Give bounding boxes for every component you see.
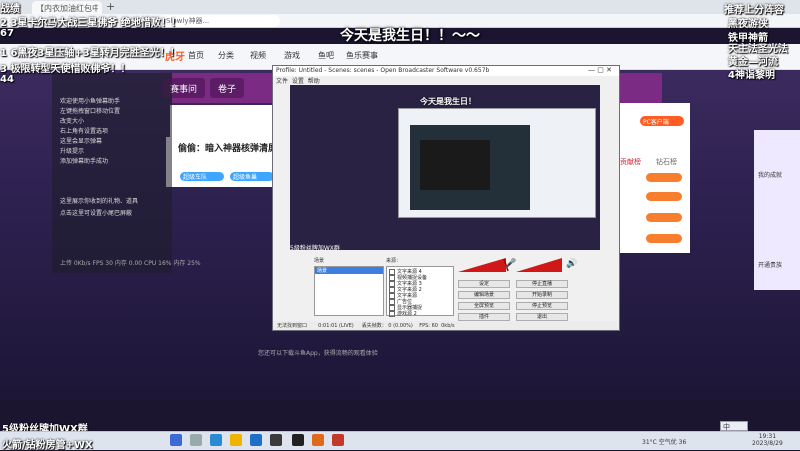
rank-button-3[interactable] bbox=[646, 213, 682, 222]
plugins-button[interactable]: 插件 bbox=[458, 313, 510, 321]
exit-button[interactable]: 退出 bbox=[516, 313, 568, 321]
chat-hint: 您还可以下载斗鱼App，获得流畅的观看体验 bbox=[258, 350, 378, 357]
diamond-rank-tab[interactable]: 钻石榜 bbox=[656, 157, 677, 167]
obs-title-text: Profile: Untitled - Scenes: scenes - Ope… bbox=[276, 67, 490, 74]
obs-menu-file[interactable]: 文件 bbox=[276, 78, 288, 85]
checkbox[interactable] bbox=[389, 310, 395, 317]
settings-button[interactable]: 设定 bbox=[458, 280, 510, 288]
obs-menu-help[interactable]: 帮助 bbox=[308, 78, 320, 85]
obs-menu-settings[interactable]: 设置 bbox=[292, 78, 304, 85]
overlay-moderator: 火箭/钻粉房管+WX bbox=[2, 440, 93, 451]
hud-note-tail: 点击这里可设置小尾巴屏蔽 bbox=[60, 210, 133, 217]
hud-stats: 上传 0Kb/s FPS 30 内存 0.00 CPU 16% 内存 25% bbox=[60, 260, 201, 267]
obs-titlebar[interactable]: Profile: Untitled - Scenes: scenes - Ope… bbox=[273, 66, 619, 76]
top-caption: 今天是我生日！！～～ bbox=[340, 28, 480, 44]
nav-forum[interactable]: 鱼吧 bbox=[318, 50, 334, 61]
search-icon[interactable] bbox=[190, 434, 202, 446]
tab-title: 【内衣加油红包中心_... bbox=[36, 4, 98, 13]
overlay-line: 战绩 bbox=[0, 4, 20, 15]
app-icon[interactable] bbox=[332, 434, 344, 446]
nav-video[interactable]: 视频 bbox=[250, 50, 266, 61]
contribution-rank-tab[interactable]: 贡献榜 bbox=[620, 157, 641, 167]
hud-note-gifts: 这里展示你收到的礼物、道具 bbox=[60, 198, 139, 205]
hud-title: 欢迎使用小鱼弹幕助手 bbox=[60, 98, 121, 105]
overlay-line: 3 极限转型天使惜败佛爷！！ bbox=[0, 64, 131, 75]
store-icon[interactable] bbox=[250, 434, 262, 446]
status-window: 无法找到窗口 bbox=[277, 323, 308, 329]
browser-tab[interactable]: 【内衣加油红包中心_... bbox=[32, 1, 102, 14]
scenes-label: 场景 bbox=[314, 258, 325, 264]
clock-time: 19:31 bbox=[758, 433, 777, 440]
nav-events[interactable]: 鱼乐赛事 bbox=[346, 50, 378, 61]
promo-badge-fleet[interactable]: 超级车队 bbox=[180, 172, 224, 181]
new-tab-button[interactable]: + bbox=[106, 0, 115, 13]
far-right-label[interactable]: 我的成就 bbox=[758, 170, 782, 179]
meter-fill bbox=[458, 258, 506, 272]
folder-icon[interactable] bbox=[230, 434, 242, 446]
stop-preview-button[interactable]: 停止预览 bbox=[516, 302, 568, 310]
overlay-line: 67 bbox=[0, 28, 14, 39]
overlay-line: 1 6黑夜3星压轴+3星转月完胜圣光！！ bbox=[0, 48, 180, 59]
meter-fill bbox=[516, 258, 562, 272]
nav-category[interactable]: 分类 bbox=[218, 50, 234, 61]
pc-client-button[interactable]: PC客户端 bbox=[640, 116, 684, 126]
overlay-line: 44 bbox=[0, 74, 14, 85]
preview-footer: 5级粉丝牌加WX群 bbox=[290, 245, 340, 252]
obs-icon[interactable] bbox=[292, 434, 304, 446]
obs-menubar: 文件 设置 帮助 bbox=[273, 76, 619, 85]
overlay-right-line: 4神诣黎明 bbox=[728, 70, 775, 81]
sources-label: 来源： bbox=[386, 258, 402, 264]
edit-scene-button[interactable]: 编辑场景 bbox=[458, 291, 510, 299]
scene-item-selected[interactable]: 场景 bbox=[315, 267, 383, 274]
clock[interactable]: 19:31 2023/8/29 bbox=[752, 433, 783, 447]
speaker-icon[interactable]: 🔊 bbox=[566, 259, 577, 269]
browser-app-icon[interactable] bbox=[312, 434, 324, 446]
weather-tray[interactable]: 31°C 空气优 36 bbox=[642, 437, 686, 446]
microphone-icon[interactable]: 🎤 bbox=[505, 259, 516, 269]
hud-line: 升级提示 bbox=[60, 148, 85, 155]
start-recording-button[interactable]: 开始录制 bbox=[516, 291, 568, 299]
hud-line: 右上角有设置选项 bbox=[60, 128, 109, 135]
nav-game[interactable]: 游戏 bbox=[284, 50, 300, 61]
status-bitrate: 0kb/s bbox=[441, 323, 455, 329]
start-icon[interactable] bbox=[170, 434, 182, 446]
stop-stream-button[interactable]: 停止直播 bbox=[516, 280, 568, 288]
edge-icon[interactable] bbox=[210, 434, 222, 446]
hud-line: 改变大小 bbox=[60, 118, 85, 125]
far-right-noble[interactable]: 开通贵族 bbox=[758, 260, 782, 269]
source-label: 游戏源 2 bbox=[397, 311, 417, 317]
status-dropped: 丢失帧数： 0 (0.00%) bbox=[361, 323, 413, 329]
overlay-right-line: 推荐上分阵容 bbox=[724, 5, 784, 16]
ime-indicator[interactable]: 中 bbox=[720, 421, 748, 431]
room-tab-scroll[interactable]: 卷子 bbox=[210, 78, 245, 98]
overlay-line: 2 3星卡尔马大战三星佛爷 绝地惜败！！ bbox=[0, 18, 181, 29]
obs-statusbar: 无法找到窗口 0:01:01 (LIVE) 丢失帧数： 0 (0.00%) FP… bbox=[273, 321, 619, 330]
hud-line: 添加弹幕助手成功 bbox=[60, 158, 109, 165]
app-icon[interactable] bbox=[270, 434, 282, 446]
hud-line: 这里会显示弹幕 bbox=[60, 138, 103, 145]
source-item[interactable]: 游戏源 2 bbox=[389, 310, 417, 317]
url-text: Slowly神器... bbox=[166, 17, 210, 25]
preview-caption: 今天是我生日！ bbox=[420, 97, 476, 106]
fullscreen-preview-button[interactable]: 全屏预览 bbox=[458, 302, 510, 310]
status-live-time: 0:01:01 (LIVE) bbox=[318, 323, 354, 329]
browser-tab-bar bbox=[0, 0, 800, 14]
audio-meter-mic[interactable] bbox=[516, 258, 566, 272]
rank-button-1[interactable] bbox=[646, 173, 682, 182]
obs-window-controls[interactable]: — ▢ ✕ bbox=[588, 66, 612, 74]
promo-badge-nest[interactable]: 超级鱼巢 bbox=[230, 172, 274, 181]
overlay-right-line: 黑夜游侠 bbox=[728, 19, 768, 30]
rank-button-2[interactable] bbox=[646, 192, 682, 201]
rank-button-4[interactable] bbox=[646, 234, 682, 243]
preview-nested-video bbox=[420, 140, 490, 190]
clock-date: 2023/8/29 bbox=[752, 440, 783, 447]
nav-home[interactable]: 首页 bbox=[188, 50, 204, 61]
status-fps: FPS: 60 bbox=[419, 323, 438, 329]
audio-meter-desktop[interactable] bbox=[458, 258, 510, 272]
hud-line: 左键拖拽窗口移动位置 bbox=[60, 108, 121, 115]
